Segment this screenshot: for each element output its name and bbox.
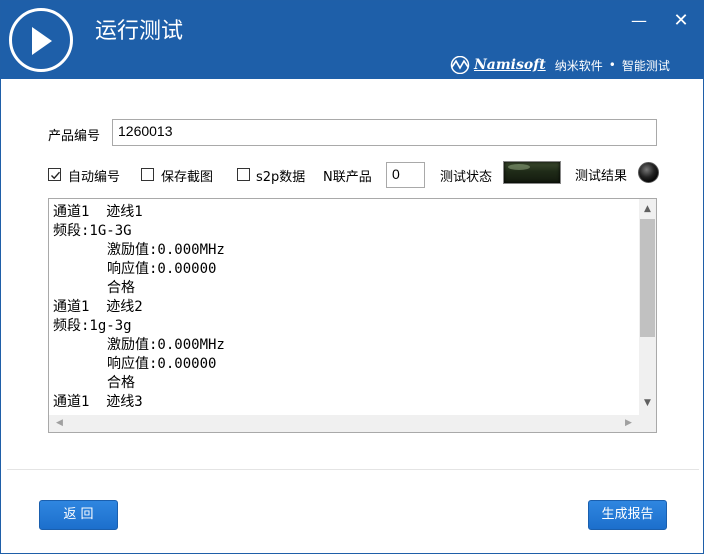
namisoft-logo-icon bbox=[450, 56, 470, 74]
auto-number-label: 自动编号 bbox=[68, 170, 121, 185]
scroll-right-icon[interactable]: ▶ bbox=[620, 415, 637, 432]
test-result-led-icon bbox=[638, 162, 659, 183]
log-line: 响应值:0.00000 bbox=[107, 356, 217, 372]
minimize-icon[interactable]: — bbox=[629, 11, 649, 31]
test-status-indicator bbox=[503, 161, 561, 184]
back-button[interactable]: 返 回 bbox=[39, 500, 118, 530]
log-line: 频段:1g-3g bbox=[53, 318, 132, 334]
brand-company: 纳米软件 bbox=[554, 58, 603, 73]
product-code-input[interactable]: 1260013 bbox=[112, 119, 657, 146]
log-line: 通道1 迹线1 bbox=[53, 204, 143, 220]
horizontal-scrollbar[interactable]: ◀ ▶ bbox=[49, 415, 639, 432]
run-test-window: 运行测试 — ✕ Namisoft 纳米软件 • 智能测试 产品编号 12600… bbox=[0, 0, 704, 554]
log-line: 响应值:0.00000 bbox=[107, 261, 217, 277]
log-line: 激励值:0.000MHz bbox=[107, 337, 225, 353]
scrollbar-thumb[interactable] bbox=[640, 219, 655, 337]
log-line: 通道1 迹线3 bbox=[53, 394, 143, 410]
vertical-scrollbar[interactable]: ▲ ▼ bbox=[639, 199, 656, 415]
n-products-input[interactable]: 0 bbox=[386, 162, 425, 188]
log-line: 频段:1G-3G bbox=[53, 223, 132, 239]
log-content: 通道1 迹线1 频段:1G-3G 激励值:0.000MHz 响应值:0.00000 合格… bbox=[53, 203, 633, 413]
brand-separator: • bbox=[608, 58, 616, 72]
test-result-label: 测试结果 bbox=[575, 169, 628, 184]
n-products-label: N联产品 bbox=[323, 170, 372, 185]
play-icon bbox=[9, 8, 73, 72]
generate-report-button[interactable]: 生成报告 bbox=[588, 500, 667, 530]
log-line: 激励值:0.000MHz bbox=[107, 242, 225, 258]
brand-product: 智能测试 bbox=[621, 58, 670, 73]
close-icon[interactable]: ✕ bbox=[671, 11, 691, 31]
divider bbox=[7, 469, 699, 470]
save-screenshot-label: 保存截图 bbox=[161, 170, 214, 185]
title-bar[interactable]: 运行测试 — ✕ Namisoft 纳米软件 • 智能测试 bbox=[1, 1, 703, 79]
brand-name: Namisoft bbox=[474, 57, 546, 73]
scroll-up-icon[interactable]: ▲ bbox=[639, 201, 656, 218]
s2p-data-label: s2p数据 bbox=[256, 170, 306, 185]
brand-logo-area: Namisoft 纳米软件 • 智能测试 bbox=[449, 55, 670, 75]
log-line: 合格 bbox=[107, 280, 135, 296]
save-screenshot-checkbox[interactable] bbox=[141, 168, 154, 181]
s2p-data-checkbox[interactable] bbox=[237, 168, 250, 181]
scroll-left-icon[interactable]: ◀ bbox=[51, 415, 68, 432]
auto-number-checkbox[interactable] bbox=[48, 168, 61, 181]
window-title: 运行测试 bbox=[95, 19, 184, 44]
test-log-textarea[interactable]: 通道1 迹线1 频段:1G-3G 激励值:0.000MHz 响应值:0.00000 合格… bbox=[48, 198, 657, 433]
scrollbar-corner bbox=[639, 415, 656, 432]
test-status-label: 测试状态 bbox=[440, 170, 493, 185]
product-code-label: 产品编号 bbox=[48, 129, 101, 144]
log-line: 合格 bbox=[107, 375, 135, 391]
log-line: 通道1 迹线2 bbox=[53, 299, 143, 315]
scroll-down-icon[interactable]: ▼ bbox=[639, 395, 656, 412]
